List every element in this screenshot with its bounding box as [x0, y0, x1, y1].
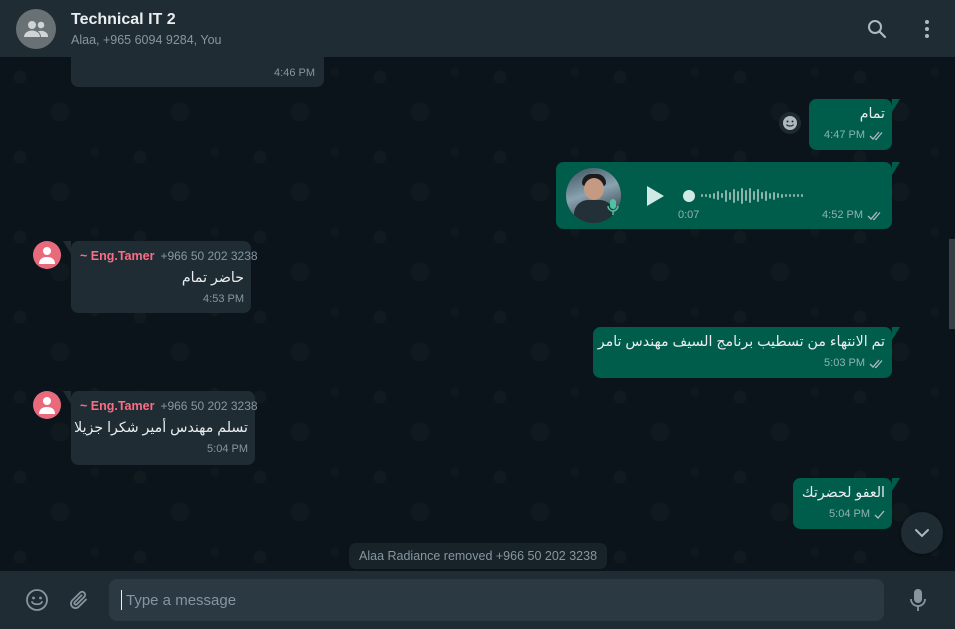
message-time: 5:04 PM [829, 508, 870, 520]
message-outgoing[interactable]: تم الانتهاء من تسطيب برنامج السيف مهندس … [593, 327, 900, 378]
double-check-icon [869, 131, 883, 141]
message-incoming[interactable]: ~ Eng.Tamer +966 50 202 3238 تسلم مهندس … [63, 391, 258, 465]
mic-icon[interactable] [897, 579, 939, 621]
message-time: 5:03 PM [824, 357, 865, 369]
message-time: 4:46 PM [274, 67, 315, 79]
chat-title: Technical IT 2 [71, 10, 176, 28]
voice-message[interactable]: 4:52 PM 0:07 [556, 162, 900, 229]
menu-icon[interactable] [915, 17, 939, 41]
message-incoming[interactable]: ~ Eng.Tamer +966 50 202 3238 حاضر تمام 4… [63, 241, 258, 313]
system-message: Alaa Radiance removed +966 50 202 3238 [349, 543, 608, 569]
chevron-down-icon [915, 529, 929, 538]
message-incoming[interactable]: 4:46 PM [71, 57, 324, 87]
attach-icon[interactable] [58, 579, 100, 621]
group-icon[interactable] [16, 8, 56, 49]
double-check-icon [867, 211, 881, 221]
audio-waveform[interactable] [683, 184, 803, 208]
smiley-icon[interactable] [779, 112, 801, 134]
chat-header[interactable]: Technical IT 2 Alaa, +965 6094 9284, You [0, 0, 955, 57]
avatar[interactable] [33, 241, 61, 269]
voice-duration: 0:07 [678, 209, 700, 221]
single-check-icon [874, 510, 885, 519]
message-time: 4:53 PM [203, 293, 244, 305]
emoji-icon[interactable] [16, 579, 58, 621]
scroll-down-button[interactable] [901, 512, 943, 554]
message-time: 4:47 PM [824, 129, 865, 141]
sender-name[interactable]: ~ Eng.Tamer [80, 247, 154, 266]
message-text: حاضر تمام [181, 270, 244, 286]
double-check-icon [869, 359, 883, 369]
play-icon[interactable] [635, 185, 675, 207]
message-text: تسلم مهندس أمير شكرا جزيلا [74, 420, 248, 436]
search-icon[interactable] [865, 17, 889, 41]
message-input-placeholder: Type a message [126, 591, 237, 609]
sender-name[interactable]: ~ Eng.Tamer [80, 397, 154, 416]
chat-title-block[interactable]: Technical IT 2 Alaa, +965 6094 9284, You [71, 11, 839, 47]
message-outgoing[interactable]: تمام 4:47 PM [809, 99, 900, 150]
sender-phone: +966 50 202 3238 [160, 249, 258, 263]
message-time: 5:04 PM [207, 443, 248, 455]
sender-phone: +966 50 202 3238 [160, 399, 258, 413]
message-text: العفو لحضرتك [801, 485, 885, 501]
mic-icon [607, 198, 619, 222]
message-input[interactable]: Type a message [109, 579, 884, 621]
chat-participants: Alaa, +965 6094 9284, You [71, 32, 222, 47]
scrollbar[interactable] [949, 239, 955, 329]
audio-scrubber[interactable] [683, 189, 695, 202]
text-cursor [121, 590, 122, 610]
message-list[interactable]: 4:46 PM تمام 4:47 PM 4:52 PM 0:07 ~ Eng.… [0, 57, 955, 571]
message-text: تمام [859, 106, 885, 122]
avatar[interactable] [33, 391, 61, 419]
message-outgoing[interactable]: العفو لحضرتك 5:04 PM [793, 478, 900, 529]
message-time: 4:52 PM [822, 209, 863, 221]
message-composer[interactable]: Type a message [0, 571, 955, 629]
message-text: تم الانتهاء من تسطيب برنامج السيف مهندس … [597, 334, 885, 350]
